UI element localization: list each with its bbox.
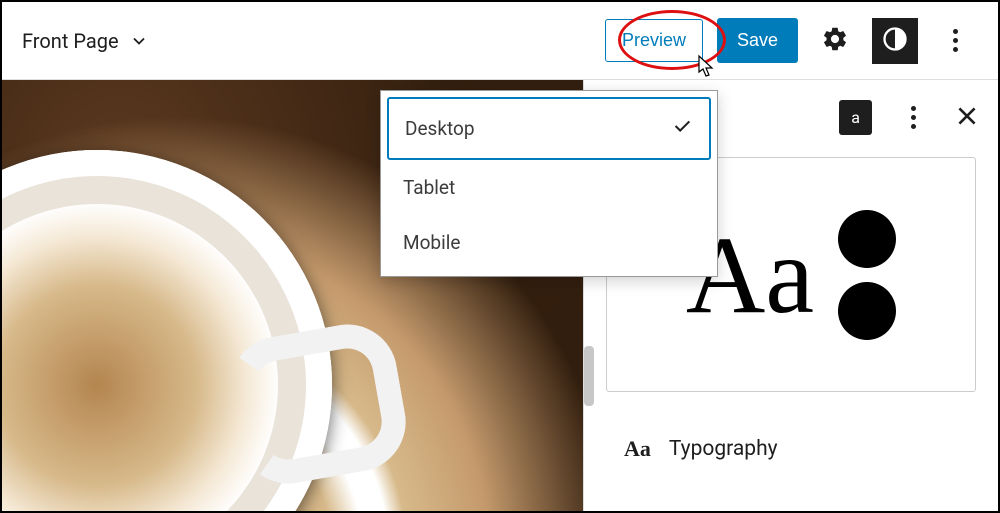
sidebar-more-button[interactable] xyxy=(890,106,936,129)
check-icon xyxy=(671,115,693,142)
close-icon[interactable] xyxy=(954,103,980,133)
option-label: Tablet xyxy=(403,176,455,199)
styles-button[interactable] xyxy=(872,18,918,64)
swatch-primary xyxy=(838,210,896,268)
scrollbar-thumb[interactable] xyxy=(584,346,594,406)
page-title-dropdown[interactable]: Front Page xyxy=(22,29,149,53)
chevron-down-icon xyxy=(129,31,149,51)
swatch-secondary xyxy=(838,282,896,340)
save-button[interactable]: Save xyxy=(717,18,798,63)
preview-option-tablet[interactable]: Tablet xyxy=(387,160,711,215)
settings-button[interactable] xyxy=(812,18,858,64)
top-toolbar: Front Page Preview Save xyxy=(2,2,998,80)
page-title: Front Page xyxy=(22,29,119,53)
more-options-button[interactable] xyxy=(932,29,978,52)
preview-option-mobile[interactable]: Mobile xyxy=(387,215,711,270)
typography-section-link[interactable]: Aa Typography xyxy=(584,392,998,462)
preview-button[interactable]: Preview xyxy=(605,19,703,62)
toolbar-right: Preview Save xyxy=(605,18,978,64)
typography-label: Typography xyxy=(669,437,778,461)
color-swatches xyxy=(838,210,896,340)
preview-option-desktop[interactable]: Desktop xyxy=(387,97,711,160)
typography-icon: Aa xyxy=(624,436,651,462)
option-label: Desktop xyxy=(405,117,475,140)
gear-icon xyxy=(821,25,849,56)
contrast-icon xyxy=(881,25,909,56)
preview-dropdown: Desktop Tablet Mobile xyxy=(380,90,718,277)
option-label: Mobile xyxy=(403,231,460,254)
sidebar-tab[interactable]: a xyxy=(839,100,872,135)
